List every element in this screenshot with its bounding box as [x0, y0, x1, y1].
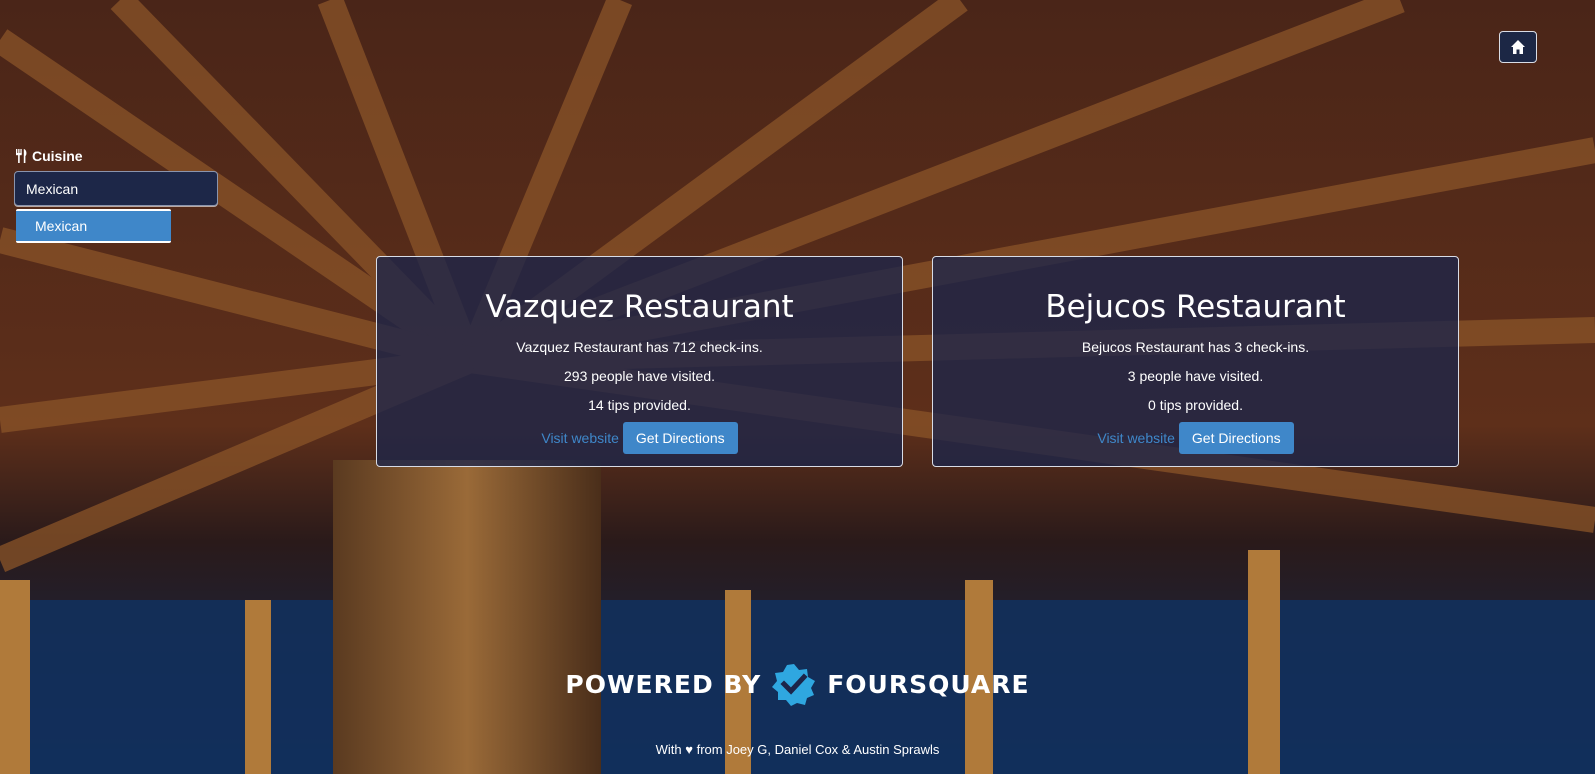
powered-by-text: POWERED BY [565, 669, 762, 699]
powered-by-foursquare[interactable]: POWERED BY FOURSQUARE [0, 662, 1595, 706]
checkins-text: Vazquez Restaurant has 712 check-ins. [516, 339, 763, 355]
restaurant-name: Vazquez Restaurant [485, 289, 794, 325]
page: Cuisine Mexican Vazquez Restaurant Vazqu… [0, 0, 1595, 774]
tips-text: 14 tips provided. [588, 397, 691, 413]
home-button[interactable] [1499, 31, 1537, 63]
get-directions-button[interactable]: Get Directions [622, 422, 738, 454]
visitors-text: 3 people have visited. [1127, 368, 1264, 384]
credits-text: With ♥ from Joey G, Daniel Cox & Austin … [655, 742, 940, 757]
card-actions: Visit website Get Directions [377, 422, 902, 454]
cuisine-search-input[interactable] [14, 171, 218, 206]
visit-website-link[interactable]: Visit website [1097, 430, 1175, 446]
card-actions: Visit website Get Directions [933, 422, 1458, 454]
home-icon [1511, 40, 1525, 54]
restaurant-card: Bejucos Restaurant Bejucos Restaurant ha… [932, 256, 1459, 467]
checkins-text: Bejucos Restaurant has 3 check-ins. [1081, 339, 1310, 355]
foursquare-brand-text: FOURSQUARE [827, 669, 1030, 699]
suggestion-item[interactable]: Mexican [16, 211, 171, 241]
utensils-icon [16, 149, 27, 163]
foursquare-logo-icon [772, 664, 816, 706]
get-directions-button[interactable]: Get Directions [1178, 422, 1294, 454]
visitors-text: 293 people have visited. [564, 368, 715, 384]
visit-website-link[interactable]: Visit website [541, 430, 619, 446]
cuisine-suggestions: Mexican [16, 209, 171, 243]
restaurant-name: Bejucos Restaurant [1045, 289, 1346, 325]
cuisine-label: Cuisine [15, 148, 83, 164]
tips-text: 0 tips provided. [1148, 397, 1243, 413]
cuisine-label-text: Cuisine [32, 148, 83, 164]
restaurant-card: Vazquez Restaurant Vazquez Restaurant ha… [376, 256, 903, 467]
